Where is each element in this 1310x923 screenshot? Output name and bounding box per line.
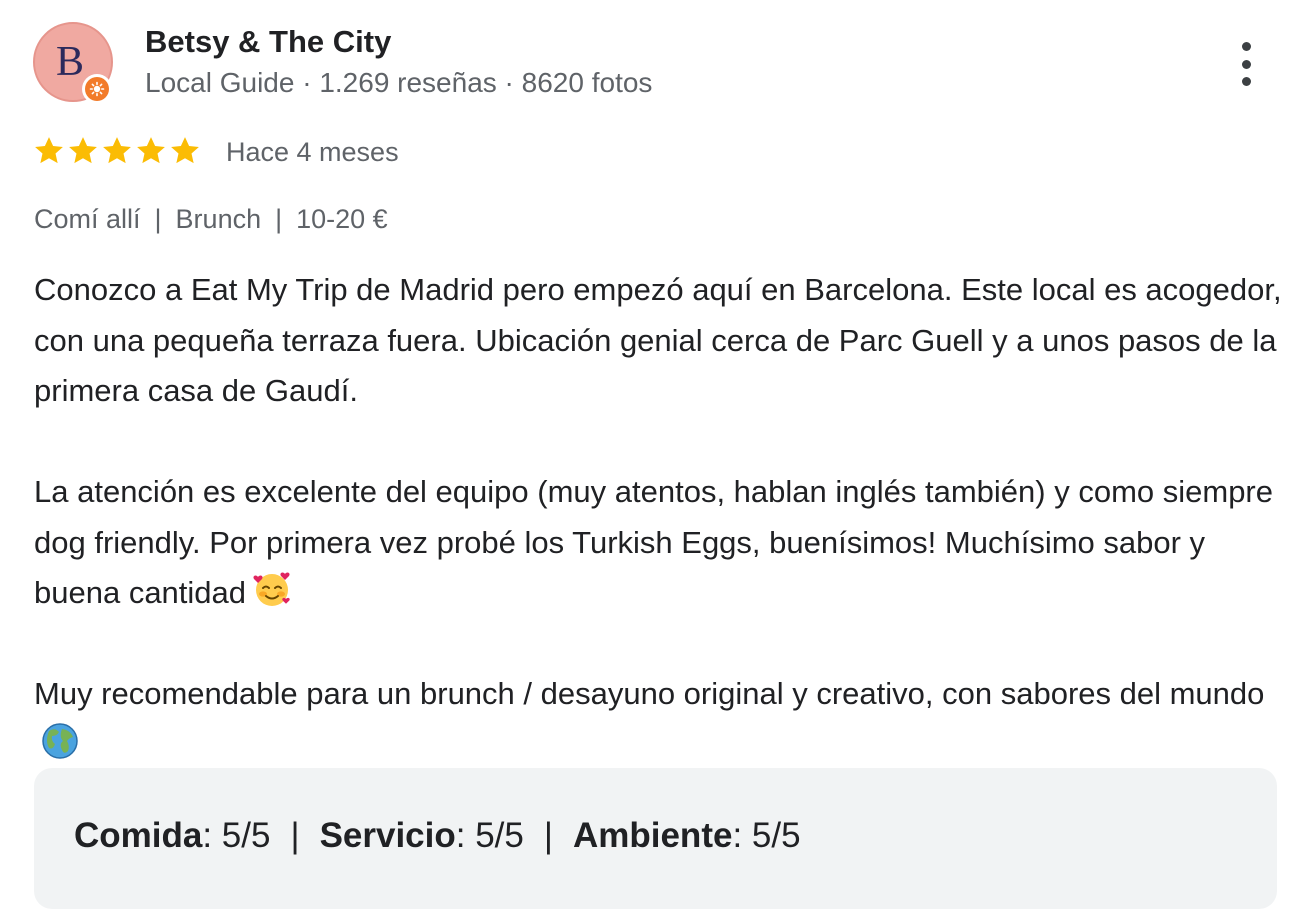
globe-emoji (42, 722, 78, 759)
star-icon (103, 137, 131, 164)
more-vert-icon-dot (1241, 59, 1251, 69)
attribute-ratings: Comida: 5/5 | Servicio: 5/5 | Ambiente: 5/5 (34, 768, 1277, 909)
review-paragraph-text: Conozco a Eat My Trip de Madrid pero emp… (34, 272, 1282, 408)
review-paragraph: Muy recomendable para un brunch / desayu… (34, 669, 1284, 770)
star-icon (171, 137, 199, 164)
more-vert-icon (1241, 42, 1251, 51)
star-rating (32, 132, 202, 170)
attribute-separator: | (543, 816, 553, 855)
review-tag: 10-20 € (296, 204, 388, 234)
attribute-value: : 5/5 (202, 816, 271, 855)
review-tag: Comí allí (34, 204, 141, 234)
review-text: Conozco a Eat My Trip de Madrid pero emp… (34, 265, 1284, 770)
author-meta: Local Guide · 1.269 reseñas · 8620 fotos (145, 67, 653, 98)
star-icon (69, 137, 97, 164)
review-time: Hace 4 meses (226, 137, 399, 167)
star-icon (35, 137, 63, 164)
review-paragraph: Conozco a Eat My Trip de Madrid pero emp… (34, 265, 1284, 417)
review-tag: Brunch (175, 204, 262, 234)
review-tags: Comí allí | Brunch | 10-20 € (34, 204, 388, 235)
tag-separator: | (275, 204, 283, 234)
smiling-face-with-hearts-emoji (253, 572, 290, 606)
attribute-name: Ambiente (572, 816, 733, 855)
star-icon (137, 137, 165, 164)
tag-separator: | (154, 204, 162, 234)
review-paragraph-text: La atención es excelente del equipo (muy… (34, 474, 1274, 610)
more-vert-icon-dot (1241, 77, 1251, 86)
review-paragraph: La atención es excelente del equipo (muy… (34, 467, 1284, 619)
attribute-value: : 5/5 (455, 816, 524, 855)
more-options-button[interactable] (1226, 38, 1266, 90)
attribute-value: : 5/5 (732, 816, 801, 855)
attribute-name: Servicio (319, 816, 456, 855)
attribute-ratings-line: Comida: 5/5 | Servicio: 5/5 | Ambiente: 5/5 (74, 816, 801, 856)
attribute-name: Comida (74, 816, 203, 855)
attribute-separator: | (290, 816, 300, 855)
review-paragraph-text: Muy recomendable para un brunch / desayu… (34, 676, 1265, 711)
local-guide-badge-icon (82, 74, 112, 104)
author-name[interactable]: Betsy & The City (145, 24, 391, 60)
review-card: B Betsy & The City Local Guide · 1.269 r… (0, 0, 1310, 923)
